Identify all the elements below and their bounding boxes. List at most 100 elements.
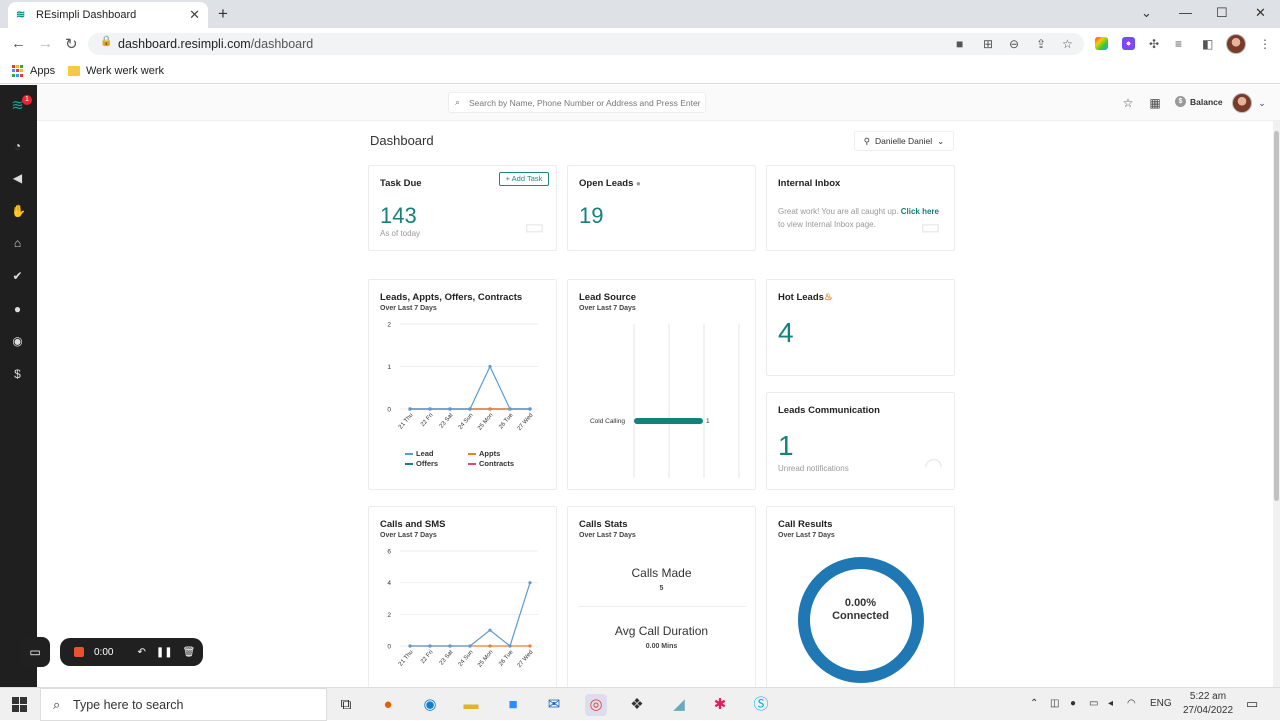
file-explorer-icon[interactable]: ▬ bbox=[460, 694, 482, 716]
user-filter-dropdown[interactable]: ⚲ Danielle Daniel ⌄ bbox=[854, 131, 954, 151]
edge-icon[interactable]: ◉ bbox=[419, 694, 441, 716]
internal-inbox-card[interactable]: Internal Inbox Great work! You are all c… bbox=[766, 165, 955, 251]
volume-icon[interactable]: ◂ bbox=[1108, 698, 1113, 709]
hot-leads-card[interactable]: Hot Leads♨ 4 bbox=[766, 279, 955, 376]
language-indicator[interactable]: ENG bbox=[1150, 698, 1172, 709]
windows-start-icon[interactable] bbox=[12, 697, 27, 712]
minimize-icon[interactable]: — bbox=[1179, 5, 1192, 20]
open-leads-card[interactable]: Open Leads ● 19 bbox=[567, 165, 756, 251]
calls-stats-card: Calls Stats Over Last 7 Days Calls Made … bbox=[567, 506, 756, 696]
wifi-icon[interactable]: ◠ bbox=[1127, 698, 1136, 709]
side-panel-icon[interactable]: ◧ bbox=[1202, 37, 1213, 51]
inbox-tray-icon: ▭ bbox=[920, 214, 941, 239]
zoom-app-icon[interactable]: ■ bbox=[502, 694, 524, 716]
back-icon[interactable]: ← bbox=[11, 35, 26, 52]
legend-offers[interactable]: Offers bbox=[405, 459, 438, 468]
tray-app-icon[interactable]: ◫ bbox=[1050, 698, 1059, 709]
stop-recording-icon[interactable] bbox=[74, 647, 84, 657]
card-title: Hot Leads♨ bbox=[778, 292, 832, 303]
extensions-puzzle-icon[interactable]: ✣ bbox=[1149, 37, 1159, 51]
mail-icon[interactable]: ✉ bbox=[543, 694, 565, 716]
favorite-star-icon[interactable]: ☆ bbox=[1121, 96, 1135, 110]
trash-icon[interactable]: 🗑 bbox=[183, 647, 196, 658]
dollar-circle-icon[interactable]: $ bbox=[11, 368, 24, 381]
add-task-button[interactable]: + Add Task bbox=[499, 172, 549, 186]
dashboard-gauge-icon[interactable]: ◔ bbox=[11, 140, 24, 153]
chevron-down-icon[interactable]: ⌄ bbox=[1255, 96, 1269, 110]
home-icon[interactable]: ⌂ bbox=[11, 237, 24, 250]
close-window-icon[interactable]: ✕ bbox=[1255, 5, 1266, 21]
tab-search-icon[interactable]: ⌄ bbox=[1141, 5, 1152, 21]
taskbar-clock[interactable]: 5:22 am 27/04/2022 bbox=[1170, 690, 1246, 718]
firefox-icon[interactable]: ● bbox=[377, 694, 399, 716]
zoom-icon[interactable]: ⊖ bbox=[1009, 37, 1019, 51]
microphone-icon[interactable]: ● bbox=[1070, 698, 1076, 709]
page-scrollbar[interactable] bbox=[1273, 121, 1280, 687]
camera-icon[interactable]: ■ bbox=[956, 37, 963, 51]
inbox-message: Great work! You are all caught up. Click… bbox=[778, 205, 943, 231]
recorder-camera-button[interactable]: ▭ bbox=[20, 637, 50, 667]
search-icon: ⌕ bbox=[455, 97, 461, 107]
bookmark-star-icon[interactable]: ☆ bbox=[1062, 37, 1073, 51]
open-leads-value: 19 bbox=[579, 203, 604, 228]
skype-icon[interactable]: Ⓢ bbox=[750, 694, 772, 716]
balance-button[interactable]: $ Balance bbox=[1175, 96, 1223, 107]
share-icon[interactable]: ⇪ bbox=[1036, 37, 1046, 51]
slack-icon[interactable]: ✱ bbox=[709, 694, 731, 716]
windows-taskbar: ⌕ Type here to search ⧉ ● ◉ ▬ ■ ✉ ◎ ❖ ◢ … bbox=[0, 687, 1280, 721]
clipboard-icon: ▭ bbox=[524, 214, 545, 239]
user-avatar[interactable] bbox=[1232, 93, 1252, 113]
bar-category-label: Cold Calling bbox=[590, 418, 625, 425]
forward-icon[interactable]: → bbox=[38, 35, 53, 52]
tray-chevron-icon[interactable]: ⌃ bbox=[1030, 698, 1038, 709]
reading-list-icon[interactable]: ≡ bbox=[1175, 37, 1182, 51]
address-bar[interactable]: 🔒 dashboard.resimpli.com/dashboard bbox=[88, 33, 1084, 55]
task-due-sub: As of today bbox=[380, 229, 421, 238]
translate-icon[interactable]: ⊞ bbox=[983, 37, 993, 51]
extension-flower-icon[interactable] bbox=[1122, 37, 1135, 50]
taskbar-search-input[interactable]: ⌕ Type here to search bbox=[40, 688, 327, 721]
task-due-card[interactable]: Task Due + Add Task 143 As of today ▭ bbox=[368, 165, 557, 251]
undo-icon[interactable]: ↶ bbox=[137, 647, 145, 658]
lock-icon: 🔒 bbox=[100, 36, 113, 47]
call-results-card: Call Results Over Last 7 Days 0.00% Conn… bbox=[766, 506, 955, 696]
legend-contracts[interactable]: Contracts bbox=[468, 459, 514, 468]
new-tab-icon[interactable]: + bbox=[218, 4, 228, 24]
megaphone-icon[interactable]: ◀ bbox=[11, 172, 24, 185]
profile-avatar[interactable] bbox=[1226, 34, 1246, 54]
y-tick-label: 1 bbox=[387, 364, 391, 371]
lead-source-bar-chart: Cold Calling 1 bbox=[590, 324, 740, 478]
extension-color-icon[interactable] bbox=[1095, 37, 1108, 50]
calls-sms-card: Calls and SMS Over Last 7 Days 0 2 4 6 21 Th… bbox=[368, 506, 557, 696]
maximize-icon[interactable]: ☐ bbox=[1216, 5, 1228, 21]
global-search-input[interactable]: ⌕ Search by Name, Phone Number or Addres… bbox=[448, 92, 706, 113]
bookmark-apps[interactable]: Apps bbox=[12, 65, 55, 77]
legend-label: Offers bbox=[416, 459, 439, 468]
info-icon[interactable]: ● bbox=[636, 179, 641, 188]
bookmark-werk-folder[interactable]: Werk werk werk bbox=[68, 65, 164, 77]
task-view-icon[interactable]: ⧉ bbox=[335, 694, 357, 716]
dropbox-icon[interactable]: ❖ bbox=[626, 694, 648, 716]
compass-icon[interactable]: ◉ bbox=[11, 335, 24, 348]
card-title: Calls Stats bbox=[579, 519, 628, 530]
flame-icon: ♨ bbox=[823, 292, 833, 303]
close-tab-icon[interactable]: ✕ bbox=[189, 7, 200, 23]
reload-icon[interactable]: ↻ bbox=[65, 35, 78, 53]
legend-lead[interactable]: Lead bbox=[405, 449, 434, 458]
notification-center-icon[interactable]: ▭ bbox=[1246, 696, 1258, 712]
app-icon[interactable]: ◢ bbox=[668, 694, 690, 716]
handshake-icon[interactable]: ✋ bbox=[11, 205, 26, 218]
browser-menu-icon[interactable]: ⋮ bbox=[1259, 37, 1271, 51]
chevron-down-icon: ⌄ bbox=[937, 135, 945, 146]
legend-appts[interactable]: Appts bbox=[468, 449, 500, 458]
scrollbar-thumb[interactable] bbox=[1274, 131, 1279, 501]
user-circle-icon[interactable]: ● bbox=[11, 303, 24, 316]
chrome-icon[interactable]: ◎ bbox=[585, 694, 607, 716]
check-circle-icon[interactable]: ✔ bbox=[11, 270, 24, 283]
battery-icon[interactable]: ▭ bbox=[1089, 698, 1098, 709]
calendar-icon[interactable]: ▦ bbox=[1148, 96, 1162, 110]
pause-icon[interactable]: ❚❚ bbox=[156, 647, 173, 658]
leads-communication-card[interactable]: Leads Communication 1 Unread notificatio… bbox=[766, 392, 955, 490]
bookmark-label: Apps bbox=[30, 65, 56, 77]
browser-tab[interactable]: ≋ REsimpli Dashboard ✕ bbox=[8, 2, 208, 28]
